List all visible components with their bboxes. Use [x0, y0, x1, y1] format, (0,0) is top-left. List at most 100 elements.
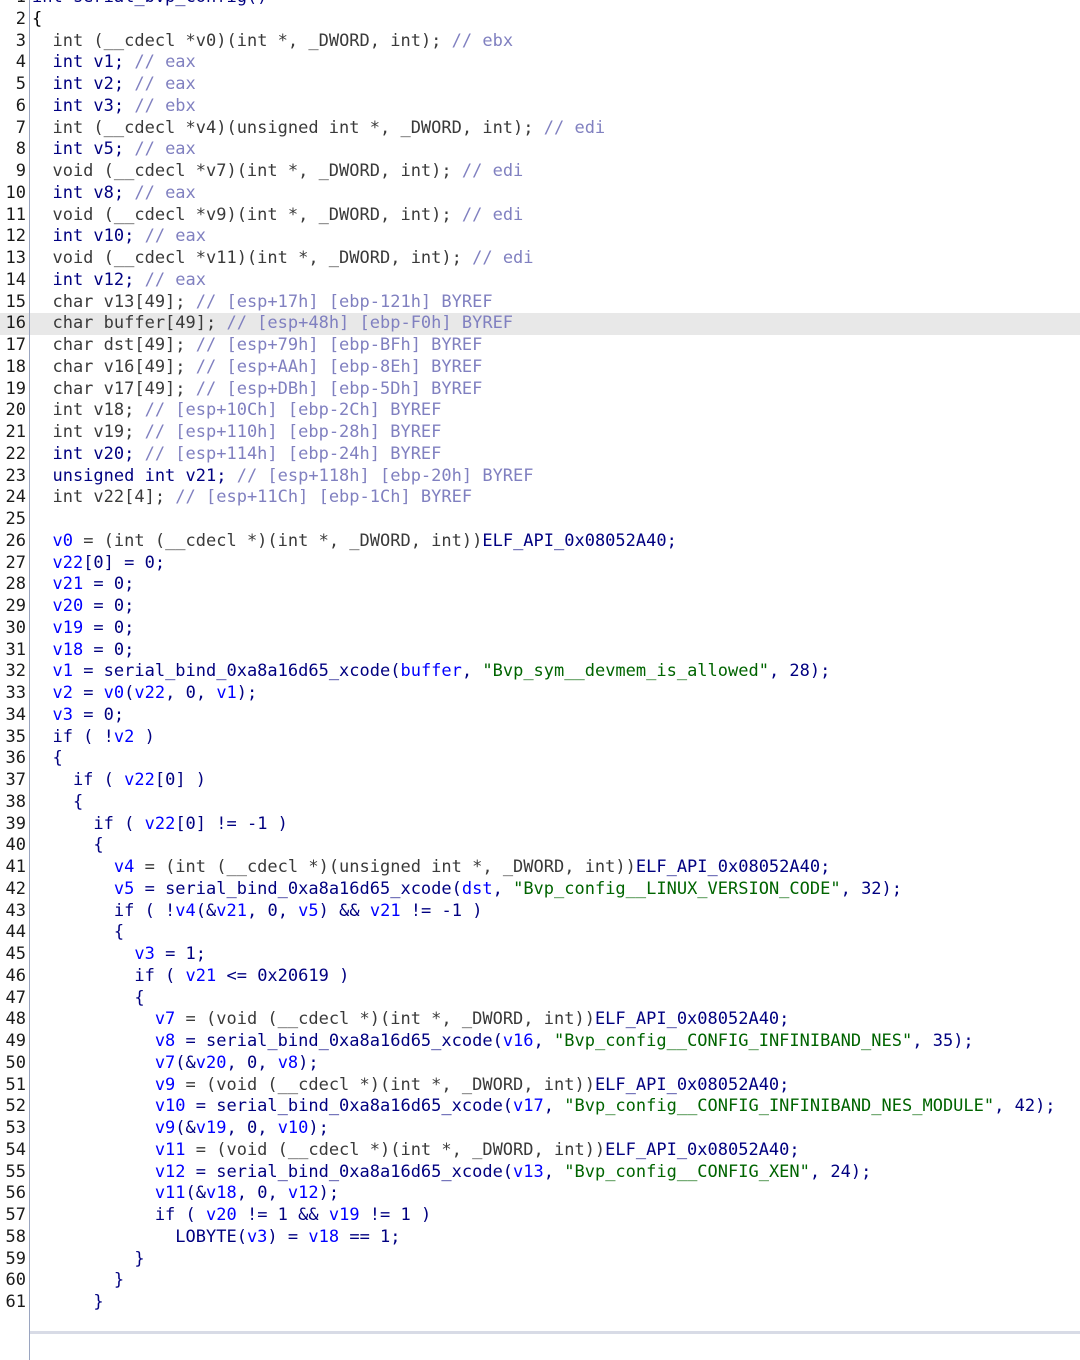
code-line[interactable]: 56 v11(&v18, 0, v12); — [0, 1183, 1080, 1205]
code-line[interactable]: 19 char v17[49]; // [esp+DBh] [ebp-5Dh] … — [0, 379, 1080, 401]
code-text[interactable]: char v16[49]; // [esp+AAh] [ebp-8Eh] BYR… — [32, 357, 482, 379]
code-text[interactable]: char v13[49]; // [esp+17h] [ebp-121h] BY… — [32, 292, 492, 314]
code-line[interactable]: 49 v8 = serial_bind_0xa8a16d65_xcode(v16… — [0, 1031, 1080, 1053]
code-text[interactable]: LOBYTE(v3) = v18 == 1; — [32, 1227, 400, 1249]
code-line[interactable]: 34 v3 = 0; — [0, 705, 1080, 727]
code-line[interactable]: 28 v21 = 0; — [0, 574, 1080, 596]
code-line[interactable]: 30 v19 = 0; — [0, 618, 1080, 640]
pseudocode-view[interactable]: 1int serial_bvp_config()2{3 int (__cdecl… — [0, 0, 1080, 1314]
code-line[interactable]: 44 { — [0, 922, 1080, 944]
code-line[interactable]: 47 { — [0, 988, 1080, 1010]
code-text[interactable]: int v2; // eax — [32, 74, 195, 96]
code-line[interactable]: 57 if ( v20 != 1 && v19 != 1 ) — [0, 1205, 1080, 1227]
code-line[interactable]: 5 int v2; // eax — [0, 74, 1080, 96]
code-text[interactable]: { — [32, 792, 83, 814]
code-line[interactable]: 50 v7(&v20, 0, v8); — [0, 1053, 1080, 1075]
code-line[interactable]: 23 unsigned int v21; // [esp+118h] [ebp-… — [0, 466, 1080, 488]
code-text[interactable]: int v19; // [esp+110h] [ebp-28h] BYREF — [32, 422, 441, 444]
code-text[interactable]: v9 = (void (__cdecl *)(int *, _DWORD, in… — [32, 1075, 790, 1097]
code-line[interactable]: 1 int serial_bvp_config() — [0, 0, 1080, 9]
code-text[interactable]: v0 = (int (__cdecl *)(int *, _DWORD, int… — [32, 531, 676, 553]
code-line[interactable]: 55 v12 = serial_bind_0xa8a16d65_xcode(v1… — [0, 1162, 1080, 1184]
code-line[interactable]: 7 int (__cdecl *v4)(unsigned int *, _DWO… — [0, 118, 1080, 140]
code-text[interactable]: if ( !v2 ) — [32, 727, 154, 749]
code-text[interactable]: void (__cdecl *v7)(int *, _DWORD, int); … — [32, 161, 523, 183]
code-text[interactable]: v9(&v19, 0, v10); — [32, 1118, 329, 1140]
code-line[interactable]: 35 if ( !v2 ) — [0, 727, 1080, 749]
code-text[interactable]: { — [32, 835, 103, 857]
code-line[interactable]: 38 { — [0, 792, 1080, 814]
code-text[interactable]: int v3; // ebx — [32, 96, 195, 118]
code-line[interactable]: 60 } — [0, 1270, 1080, 1292]
code-text[interactable]: if ( v22[0] ) — [32, 770, 206, 792]
code-text[interactable]: v1 = serial_bind_0xa8a16d65_xcode(buffer… — [32, 661, 830, 683]
code-line[interactable]: 11 void (__cdecl *v9)(int *, _DWORD, int… — [0, 205, 1080, 227]
code-line[interactable]: 20 int v18; // [esp+10Ch] [ebp-2Ch] BYRE… — [0, 400, 1080, 422]
code-text[interactable]: v11 = (void (__cdecl *)(int *, _DWORD, i… — [32, 1140, 800, 1162]
code-line[interactable]: 39 if ( v22[0] != -1 ) — [0, 814, 1080, 836]
code-line[interactable]: 48 v7 = (void (__cdecl *)(int *, _DWORD,… — [0, 1009, 1080, 1031]
code-text[interactable]: int (__cdecl *v0)(int *, _DWORD, int); /… — [32, 31, 513, 53]
code-text[interactable]: v2 = v0(v22, 0, v1); — [32, 683, 257, 705]
code-text[interactable]: { — [32, 988, 144, 1010]
code-line[interactable]: 33 v2 = v0(v22, 0, v1); — [0, 683, 1080, 705]
code-text[interactable]: v8 = serial_bind_0xa8a16d65_xcode(v16, "… — [32, 1031, 974, 1053]
code-text[interactable]: void (__cdecl *v11)(int *, _DWORD, int);… — [32, 248, 533, 270]
code-line[interactable]: 27 v22[0] = 0; — [0, 553, 1080, 575]
code-line[interactable]: 8 int v5; // eax — [0, 139, 1080, 161]
code-text[interactable]: int v1; // eax — [32, 52, 195, 74]
code-line[interactable]: 45 v3 = 1; — [0, 944, 1080, 966]
code-line[interactable]: 42 v5 = serial_bind_0xa8a16d65_xcode(dst… — [0, 879, 1080, 901]
code-line[interactable]: 43 if ( !v4(&v21, 0, v5) && v21 != -1 ) — [0, 901, 1080, 923]
code-text[interactable]: } — [32, 1249, 144, 1271]
code-text[interactable]: v21 = 0; — [32, 574, 134, 596]
code-text[interactable]: v20 = 0; — [32, 596, 134, 618]
code-line[interactable]: 18 char v16[49]; // [esp+AAh] [ebp-8Eh] … — [0, 357, 1080, 379]
code-text[interactable]: v19 = 0; — [32, 618, 134, 640]
code-text[interactable]: int v20; // [esp+114h] [ebp-24h] BYREF — [32, 444, 441, 466]
code-line[interactable]: 37 if ( v22[0] ) — [0, 770, 1080, 792]
code-line[interactable]: 36 { — [0, 748, 1080, 770]
code-text[interactable]: int v8; // eax — [32, 183, 195, 205]
code-line[interactable]: 21 int v19; // [esp+110h] [ebp-28h] BYRE… — [0, 422, 1080, 444]
code-line[interactable]: 10 int v8; // eax — [0, 183, 1080, 205]
code-text[interactable]: int v18; // [esp+10Ch] [ebp-2Ch] BYREF — [32, 400, 441, 422]
code-text[interactable]: if ( !v4(&v21, 0, v5) && v21 != -1 ) — [32, 901, 483, 923]
code-text[interactable]: v12 = serial_bind_0xa8a16d65_xcode(v13 , … — [32, 1162, 872, 1184]
code-line[interactable]: 2{ — [0, 9, 1080, 31]
code-text[interactable]: int v5; // eax — [32, 139, 195, 161]
code-text[interactable]: if ( v20 != 1 && v19 != 1 ) — [32, 1205, 431, 1227]
code-line[interactable]: 54 v11 = (void (__cdecl *)(int *, _DWORD… — [0, 1140, 1080, 1162]
code-text[interactable]: v4 = (int (__cdecl *)(unsigned int *, _D… — [32, 857, 830, 879]
code-text[interactable]: int v22[4]; // [esp+11Ch] [ebp-1Ch] BYRE… — [32, 487, 472, 509]
code-line[interactable]: 40 { — [0, 835, 1080, 857]
code-text[interactable]: int (__cdecl *v4)(unsigned int *, _DWORD… — [32, 118, 605, 140]
code-text[interactable]: if ( v21 <= 0x20619 ) — [32, 966, 349, 988]
code-text[interactable]: void (__cdecl *v9)(int *, _DWORD, int); … — [32, 205, 523, 227]
code-line[interactable]: 4 int v1; // eax — [0, 52, 1080, 74]
code-text[interactable]: } — [32, 1270, 124, 1292]
code-text[interactable]: v11(&v18, 0, v12); — [32, 1183, 339, 1205]
code-text[interactable]: v10 = serial_bind_0xa8a16d65_xcode(v17 , … — [32, 1096, 1056, 1118]
code-line[interactable]: 26 v0 = (int (__cdecl *)(int *, _DWORD, … — [0, 531, 1080, 553]
code-line[interactable]: 52 v10 = serial_bind_0xa8a16d65_xcode(v1… — [0, 1096, 1080, 1118]
code-line[interactable]: 17 char dst[49]; // [esp+79h] [ebp-BFh] … — [0, 335, 1080, 357]
code-line[interactable]: 14 int v12; // eax — [0, 270, 1080, 292]
code-text[interactable]: unsigned int v21; // [esp+118h] [ebp-20h… — [32, 466, 533, 488]
code-text[interactable]: char buffer[49]; // [esp+48h] [ebp-F0h] … — [32, 313, 513, 335]
code-text[interactable]: v22[0] = 0; — [32, 553, 165, 575]
code-line[interactable]: 31 v18 = 0; — [0, 640, 1080, 662]
code-text[interactable]: int v12; // eax — [32, 270, 206, 292]
code-line[interactable]: 41 v4 = (int (__cdecl *)(unsigned int *,… — [0, 857, 1080, 879]
code-text[interactable]: v3 = 1; — [32, 944, 206, 966]
code-text[interactable]: v3 = 0; — [32, 705, 124, 727]
code-text[interactable]: if ( v22[0] != -1 ) — [32, 814, 288, 836]
code-text[interactable]: char v17[49]; // [esp+DBh] [ebp-5Dh] BYR… — [32, 379, 482, 401]
code-line[interactable]: 32 v1 = serial_bind_0xa8a16d65_xcode(buf… — [0, 661, 1080, 683]
code-text[interactable]: v7 = (void (__cdecl *)(int *, _DWORD, in… — [32, 1009, 790, 1031]
code-line[interactable]: 22 int v20; // [esp+114h] [ebp-24h] BYRE… — [0, 444, 1080, 466]
code-line[interactable]: 24 int v22[4]; // [esp+11Ch] [ebp-1Ch] B… — [0, 487, 1080, 509]
code-line[interactable]: 29 v20 = 0; — [0, 596, 1080, 618]
code-text[interactable]: { — [32, 922, 124, 944]
code-text[interactable]: int serial_bvp_config() — [32, 0, 267, 9]
